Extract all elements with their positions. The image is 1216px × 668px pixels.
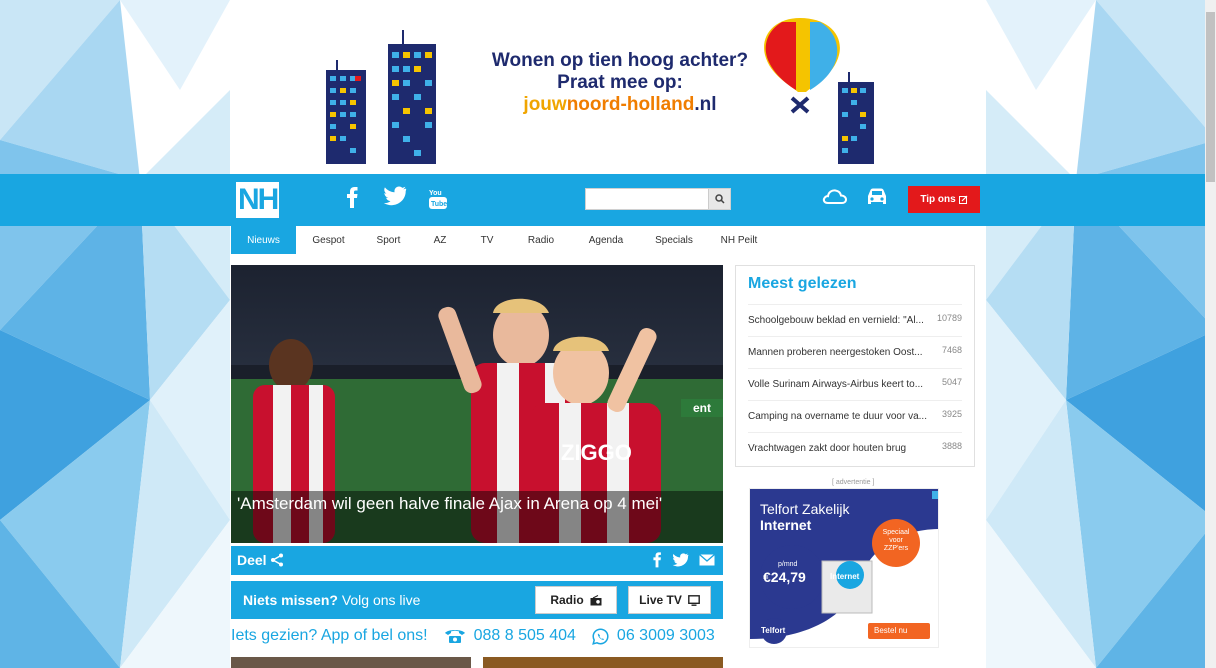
contact-text: Iets gezien? App of bel ons! [231,627,428,644]
logo-text: NH [236,182,279,218]
most-read-item-count: 5047 [941,377,962,387]
banner-url-part2: noord-holland [566,94,695,115]
weather-icon[interactable] [822,186,848,211]
svg-text:You: You [429,190,442,197]
nav-item-gespot[interactable]: Gespot [296,226,361,254]
nav-item-az[interactable]: AZ [416,226,464,254]
banner-line1: Wonen op tien hoog achter? [491,50,749,71]
share-twitter-icon[interactable] [672,552,689,567]
most-read-item[interactable]: Camping na overname te duur voor va... 3… [748,400,962,432]
banner-line2: Praat mee op: [557,72,683,93]
most-read-item[interactable]: Vrachtwagen zakt door houten brug 3888 [748,432,962,464]
hero-headline[interactable]: 'Amsterdam wil geen halve finale Ajax in… [231,491,723,543]
advertisement-label: [ advertentie ] [832,479,875,486]
youtube-icon[interactable]: You Tube [428,186,448,215]
ad-product: Internet [760,517,812,533]
share-bar: Deel [231,546,723,575]
share-icons [652,551,715,568]
svg-text:ent: ent [693,401,711,415]
vertical-scrollbar[interactable] [1205,0,1216,668]
banner-url-part1: jouw [523,94,567,115]
ad-brand: Telfort Zakelijk [760,501,850,517]
whatsapp-icon [592,627,609,645]
twitter-icon[interactable] [383,186,407,211]
nav-item-agenda[interactable]: Agenda [572,226,640,254]
radio-button[interactable]: Radio [535,586,617,614]
radio-icon [590,594,602,605]
banner-text: Wonen op tien hoog achter? Praat mee op:… [490,50,750,116]
most-read-item[interactable]: Schoolgebouw beklad en vernield: "Al... … [748,304,962,336]
most-read-item-count: 10789 [936,313,962,323]
main-nav: Nieuws Gespot Sport AZ TV Radio Agenda S… [231,226,770,254]
traffic-car-icon[interactable] [864,186,890,213]
background-pattern-right [986,0,1216,668]
share-email-icon[interactable] [699,553,715,566]
share-facebook-icon[interactable] [652,551,662,568]
most-read-item[interactable]: Volle Surinam Airways-Airbus keert to...… [748,368,962,400]
most-read-item-count: 7468 [941,345,962,355]
telfort-ad[interactable]: Telfort Zakelijk Internet p/mnd €24,79 S… [749,488,939,648]
scrollbar-thumb[interactable] [1206,12,1215,182]
search-icon [714,194,725,204]
nh-logo[interactable]: NH [236,182,286,218]
search-button[interactable] [708,189,730,209]
facebook-icon[interactable] [345,186,359,213]
most-read-item-title: Camping na overname te duur voor va... [748,411,927,422]
most-read-panel: Meest gelezen Schoolgebouw beklad en ver… [735,265,975,467]
article-thumbnail-1[interactable] [231,657,471,668]
live-tv-button[interactable]: Live TV [628,586,711,614]
nav-item-specials[interactable]: Specials [640,226,708,254]
top-banner-ad[interactable]: Wonen op tien hoog achter? Praat mee op:… [230,0,976,174]
ad-logo: Telfort [761,626,786,635]
svg-text:Tube: Tube [431,201,447,208]
tip-ons-label: Tip ons [920,194,956,205]
live-text-bold: Niets missen? [243,592,338,608]
most-read-item[interactable]: Mannen proberen neergestoken Oost... 746… [748,336,962,368]
most-read-item-count: 3925 [941,409,962,419]
ad-per: p/mnd [778,561,798,568]
share-label-text: Deel [237,552,267,568]
contact-whatsapp[interactable]: 06 3009 3003 [617,627,715,645]
nav-item-sport[interactable]: Sport [361,226,416,254]
ad-cta-button[interactable]: Bestel nu [874,626,907,635]
phone-icon [444,630,465,643]
share-label[interactable]: Deel [237,552,284,568]
live-bar: Niets missen? Volg ons live Radio Live T… [231,581,723,619]
live-text-rest: Volg ons live [337,592,421,608]
banner-url[interactable]: jouwnoord-holland.nl [490,94,750,116]
nav-item-nieuws[interactable]: Nieuws [231,226,296,254]
most-read-item-title: Vrachtwagen zakt door houten brug [748,443,907,454]
background-pattern-left [0,0,230,668]
ad-price: €24,79 [763,569,806,585]
most-read-title: Meest gelezen [748,275,857,292]
edit-icon [958,195,968,204]
live-tv-label: Live TV [639,593,682,607]
ad-badge: Speciaal voor ZZP'ers [882,529,910,552]
ad-title: Telfort Zakelijk Internet [760,501,849,533]
most-read-item-title: Volle Surinam Airways-Airbus keert to... [748,379,924,390]
ad-box-label: Internet [830,572,860,581]
search-input[interactable] [586,189,710,209]
search-box [585,188,731,210]
most-read-item-count: 3888 [941,441,962,451]
nav-item-tv[interactable]: TV [464,226,510,254]
tip-ons-button[interactable]: Tip ons [908,186,980,213]
nav-item-radio[interactable]: Radio [510,226,572,254]
tv-icon [687,594,700,606]
contact-line: Iets gezien? App of bel ons! 088 8 505 4… [231,627,715,645]
radio-label: Radio [550,593,584,607]
nav-item-nh-peilt[interactable]: NH Peilt [708,226,770,254]
svg-text:ZIGGO: ZIGGO [561,440,632,465]
most-read-item-title: Mannen proberen neergestoken Oost... [748,347,923,358]
live-text: Niets missen? Volg ons live [243,592,420,608]
article-thumbnail-2[interactable] [483,657,723,668]
share-icon [271,553,284,567]
most-read-item-title: Schoolgebouw beklad en vernield: "Al... [748,315,924,326]
banner-url-part3: .nl [694,94,717,115]
contact-phone[interactable]: 088 8 505 404 [474,627,576,645]
